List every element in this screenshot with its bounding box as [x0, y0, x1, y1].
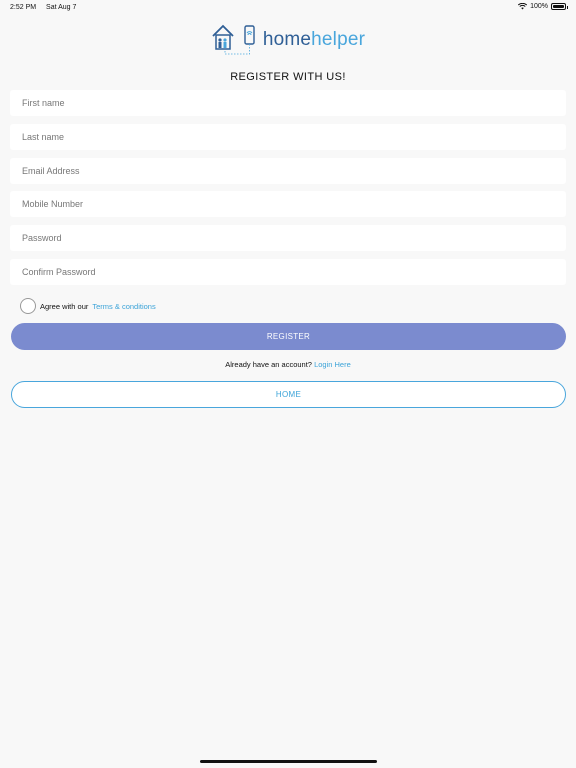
battery-fill — [553, 5, 564, 8]
login-prompt: Already have an account? Login Here — [0, 360, 576, 369]
battery-icon — [551, 3, 568, 10]
terms-checkbox[interactable] — [20, 298, 36, 314]
app-logo: homehelper — [0, 22, 576, 58]
house-phone-logo-icon — [212, 24, 255, 55]
terms-link[interactable]: Terms & conditions — [92, 302, 155, 311]
battery-percent: 100% — [530, 3, 548, 10]
login-link[interactable]: Login Here — [314, 360, 351, 369]
status-date: Sat Aug 7 — [46, 4, 77, 11]
last-name-field[interactable]: Last name — [10, 124, 566, 150]
confirm-password-field[interactable]: Confirm Password — [10, 259, 566, 285]
mobile-number-field[interactable]: Mobile Number — [10, 191, 566, 217]
status-time: 2:52 PM — [10, 4, 37, 11]
wifi-icon — [518, 3, 528, 10]
page-title: REGISTER WITH US! — [230, 71, 346, 83]
logo-text-home: home — [262, 29, 312, 50]
logo-text-helper: helper — [311, 29, 366, 50]
email-field[interactable]: Email Address — [10, 158, 566, 184]
agree-text: Agree with our — [40, 301, 89, 311]
password-field[interactable]: Password — [10, 225, 566, 251]
home-button[interactable]: HOME — [11, 381, 566, 408]
terms-agree-row: Agree with our Terms & conditions — [20, 298, 156, 314]
login-prompt-text: Already have an account? — [225, 360, 312, 369]
register-button[interactable]: REGISTER — [11, 323, 566, 350]
first-name-field[interactable]: First name — [10, 90, 566, 116]
status-bar: 2:52 PM Sat Aug 7 100% — [0, 0, 576, 16]
home-indicator[interactable] — [200, 760, 377, 763]
